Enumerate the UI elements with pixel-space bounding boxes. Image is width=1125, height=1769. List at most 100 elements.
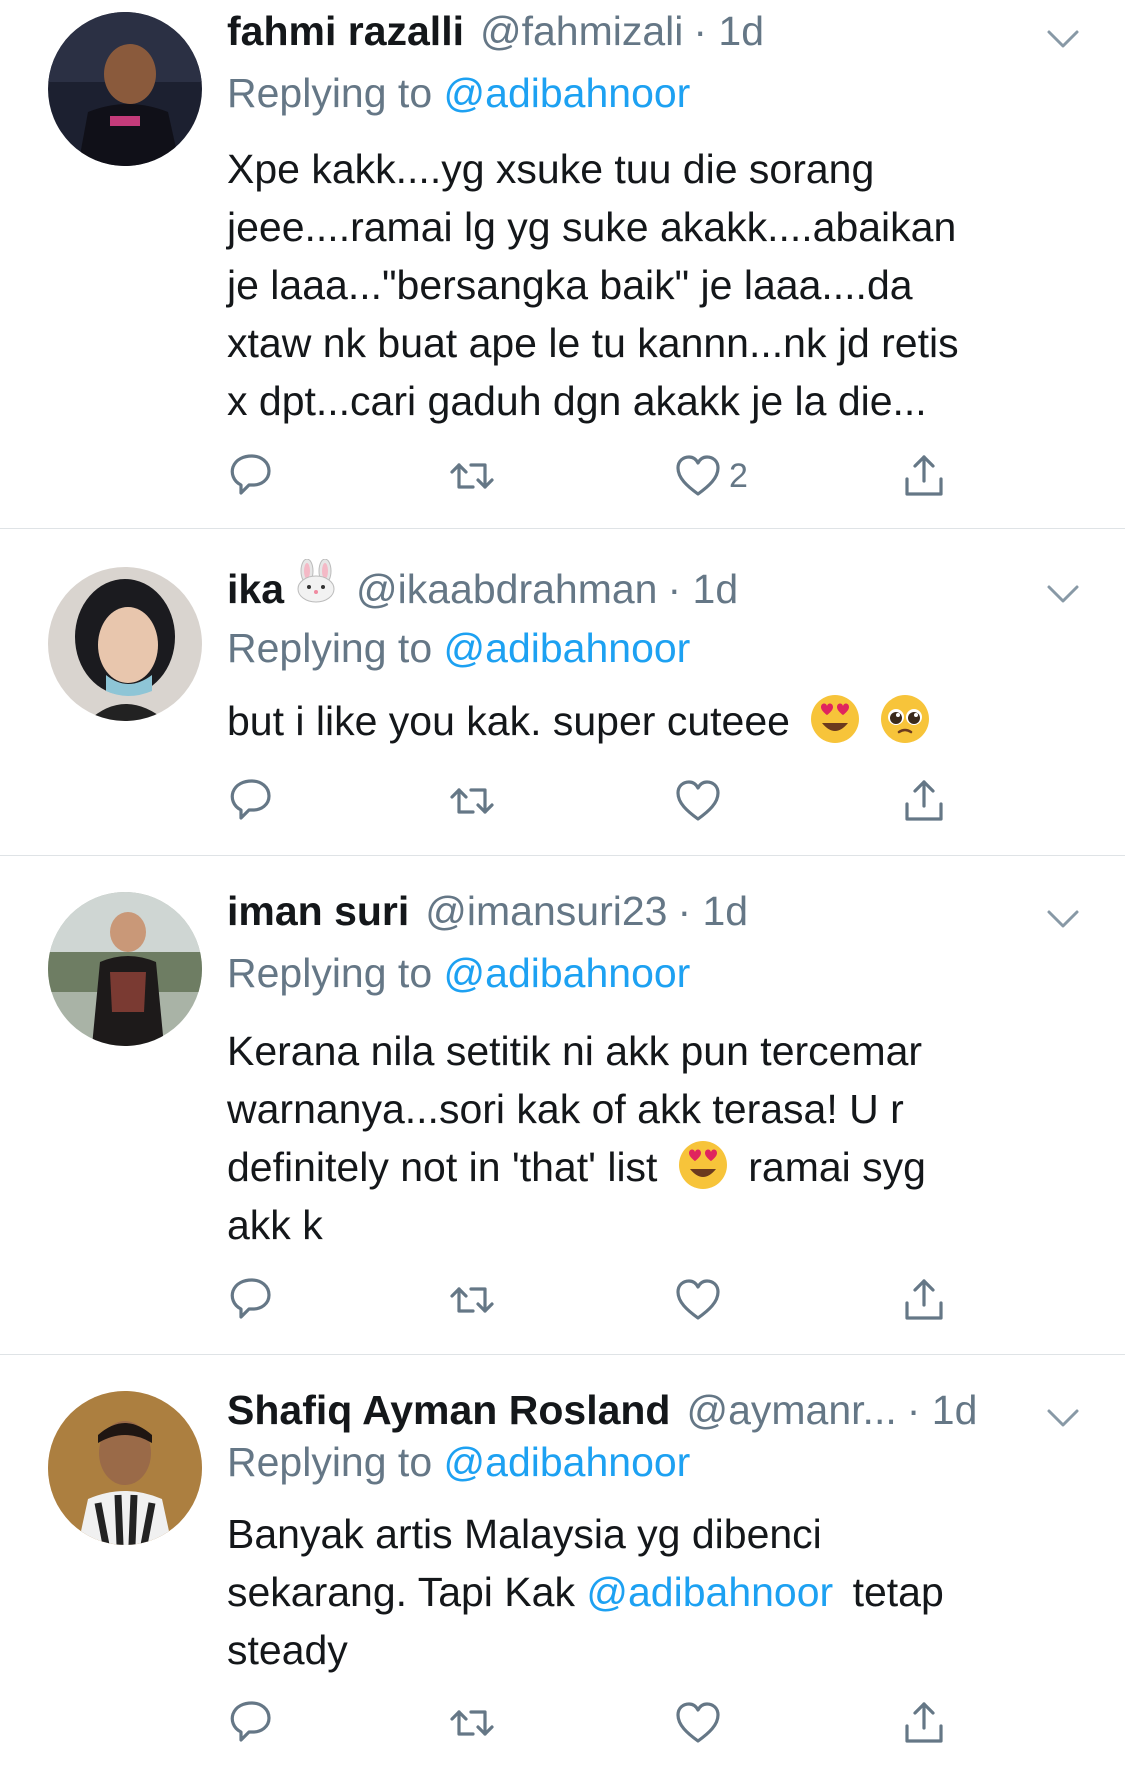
share-button[interactable]: [899, 1695, 949, 1751]
share-button[interactable]: [899, 448, 949, 504]
user-handle[interactable]: @aymanr...: [686, 1383, 896, 1437]
tweet-text-line: xtaw nk buat ape le tu kannn...nk jd ret…: [227, 320, 959, 366]
share-icon: [905, 1279, 943, 1320]
timestamp[interactable]: · 1d: [693, 4, 764, 58]
tweet-text-segment: sekarang. Tapi Kak: [227, 1569, 575, 1615]
display-name[interactable]: ika: [227, 562, 284, 613]
tweet-text: Banyak artis Malaysia yg dibenci sekaran…: [227, 1505, 1077, 1679]
timestamp[interactable]: · 1d: [667, 562, 738, 613]
tweet-text-line: jeee....ramai lg yg suke akakk....abaika…: [227, 204, 957, 250]
avatar[interactable]: [48, 567, 202, 721]
reply-button[interactable]: [227, 448, 277, 504]
timestamp[interactable]: · 1d: [907, 1383, 978, 1437]
reply-button[interactable]: [227, 1272, 277, 1328]
like-icon: [676, 1279, 720, 1320]
replying-label: Replying to: [227, 70, 433, 116]
tweet-text-line: warnanya...sori kak of akk terasa! U r: [227, 1086, 904, 1132]
display-name[interactable]: fahmi razalli: [227, 4, 464, 58]
retweet-icon: [450, 788, 494, 814]
tweet[interactable]: fahmi razalli @fahmizali · 1d Replying t…: [0, 0, 1125, 529]
avatar[interactable]: [48, 892, 202, 1046]
retweet-button[interactable]: [447, 1272, 497, 1328]
like-button[interactable]: [673, 1272, 723, 1328]
reply-button[interactable]: [227, 1695, 277, 1751]
reply-icon: [230, 1701, 271, 1742]
like-icon: [676, 455, 720, 496]
tweet-actions: [227, 1695, 997, 1751]
chevron-down-icon[interactable]: [1041, 571, 1085, 615]
share-icon: [905, 455, 943, 496]
tweet-text-line: sekarang. Tapi Kak @adibahnoor tetap: [227, 1563, 1077, 1621]
tweet-actions: [227, 773, 997, 829]
retweet-icon: [450, 1287, 494, 1313]
like-count: 2: [729, 456, 748, 495]
mention-link[interactable]: @adibahnoor: [444, 950, 691, 996]
tweet-text-line: Xpe kakk....yg xsuke tuu die sorang: [227, 146, 875, 192]
tweet-text-line: steady: [227, 1627, 348, 1673]
tweet[interactable]: ika @ikaabdrahman · 1d Replying to @adib…: [0, 529, 1125, 856]
tweet-text: Xpe kakk....yg xsuke tuu die sorang jeee…: [227, 140, 1077, 430]
avatar[interactable]: [48, 1391, 202, 1545]
share-button[interactable]: [899, 773, 949, 829]
mention-link[interactable]: @adibahnoor: [444, 70, 691, 116]
replying-to: Replying to @adibahnoor: [227, 66, 690, 120]
rabbit-face-emoji-icon: [297, 559, 335, 603]
user-handle[interactable]: @imansuri23: [425, 884, 667, 938]
replying-to: Replying to @adibahnoor: [227, 946, 690, 1000]
chevron-down-icon[interactable]: [1041, 896, 1085, 940]
retweet-icon: [450, 1710, 494, 1736]
tweet-actions: [227, 1272, 997, 1328]
tweet-text-line: definitely not in 'that' list ramai syg: [227, 1138, 1077, 1196]
tweet[interactable]: Shafiq Ayman Rosland @aymanr... · 1d Rep…: [0, 1355, 1125, 1769]
heart-eyes-emoji-icon: [811, 695, 860, 743]
tweet-text-line: je laaa..."bersangka baik" je laaa....da: [227, 262, 913, 308]
retweet-icon: [450, 463, 494, 489]
tweet-text-line: akk k: [227, 1202, 323, 1248]
user-handle[interactable]: @ikaabdrahman: [356, 562, 657, 613]
tweet[interactable]: iman suri @imansuri23 · 1d Replying to @…: [0, 856, 1125, 1355]
replying-to: Replying to @adibahnoor: [227, 621, 690, 675]
tweet-text: Kerana nila setitik ni akk pun tercemar …: [227, 1022, 1077, 1254]
share-button[interactable]: [899, 1272, 949, 1328]
tweet-text-segment: ramai syg: [748, 1144, 926, 1190]
tweet-header: ika @ikaabdrahman · 1d: [227, 559, 1035, 613]
like-icon: [676, 780, 720, 821]
mention-link[interactable]: @adibahnoor: [586, 1569, 833, 1615]
chevron-down-icon[interactable]: [1041, 1395, 1085, 1439]
mention-link[interactable]: @adibahnoor: [444, 1439, 691, 1485]
tweet-text-line: Banyak artis Malaysia yg dibenci: [227, 1511, 822, 1557]
like-button[interactable]: [673, 773, 723, 829]
reply-icon: [230, 779, 271, 820]
retweet-button[interactable]: [447, 773, 497, 829]
display-name[interactable]: Shafiq Ayman Rosland: [227, 1383, 670, 1437]
tweet-text-line: x dpt...cari gaduh dgn akakk je la die..…: [227, 378, 927, 424]
tweet-header: Shafiq Ayman Rosland @aymanr... · 1d: [227, 1383, 1035, 1437]
replying-label: Replying to: [227, 625, 433, 671]
reply-button[interactable]: [227, 773, 277, 829]
user-handle[interactable]: @fahmizali: [480, 4, 683, 58]
pleading-face-emoji-icon: [879, 693, 930, 745]
replying-label: Replying to: [227, 1439, 433, 1485]
like-button[interactable]: [673, 1695, 723, 1751]
chevron-down-icon[interactable]: [1041, 16, 1085, 60]
tweet-text: but i like you kak. super cuteee: [227, 692, 1077, 750]
avatar[interactable]: [48, 12, 202, 166]
replying-to: Replying to @adibahnoor: [227, 1435, 690, 1489]
mention-link[interactable]: @adibahnoor: [444, 625, 691, 671]
like-icon: [676, 1702, 720, 1743]
retweet-button[interactable]: [447, 1695, 497, 1751]
tweet-text-line: but i like you kak. super cuteee: [227, 698, 790, 744]
share-icon: [905, 780, 943, 821]
display-name[interactable]: iman suri: [227, 884, 409, 938]
like-button[interactable]: 2: [673, 448, 748, 504]
tweet-header: fahmi razalli @fahmizali · 1d: [227, 4, 1035, 58]
reply-icon: [230, 454, 271, 495]
tweet-header: iman suri @imansuri23 · 1d: [227, 884, 1035, 938]
replying-label: Replying to: [227, 950, 433, 996]
timestamp[interactable]: · 1d: [677, 884, 748, 938]
share-icon: [905, 1702, 943, 1743]
tweet-text-line: Kerana nila setitik ni akk pun tercemar: [227, 1028, 923, 1074]
tweet-text-segment: tetap: [852, 1569, 944, 1615]
reply-icon: [230, 1278, 271, 1319]
retweet-button[interactable]: [447, 448, 497, 504]
